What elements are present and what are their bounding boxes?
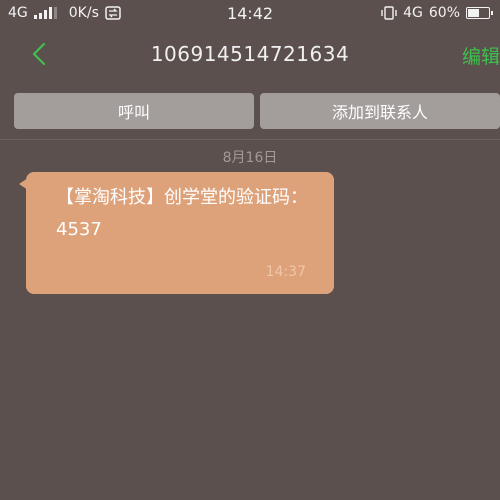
vibrate-icon bbox=[381, 6, 397, 20]
status-right: 4G 60% bbox=[381, 5, 493, 21]
title-bar: 106914514721634 编辑 bbox=[0, 28, 500, 84]
conversation-date: 8月16日 bbox=[222, 150, 278, 166]
message-timestamp: 14:37 bbox=[265, 264, 306, 280]
call-button[interactable]: 呼叫 bbox=[14, 93, 254, 129]
edit-button[interactable]: 编辑 bbox=[462, 42, 500, 69]
battery-icon bbox=[466, 7, 493, 19]
network-type-right: 4G bbox=[403, 5, 423, 21]
message-text: 【掌淘科技】创学堂的验证码：4537 bbox=[56, 187, 308, 240]
status-bar: 4G 0K/s 14:42 4G 60% bbox=[0, 0, 500, 28]
battery-percent: 60% bbox=[428, 5, 460, 21]
action-button-row: 呼叫 添加到联系人 bbox=[14, 93, 500, 131]
incoming-message-bubble[interactable]: 【掌淘科技】创学堂的验证码：4537 14:37 bbox=[26, 172, 334, 294]
sms-conversation-screen: 4G 0K/s 14:42 4G 60% 106914514721634 编辑 … bbox=[0, 0, 500, 500]
header-divider bbox=[0, 139, 500, 140]
contact-number-title: 106914514721634 bbox=[150, 42, 350, 66]
add-to-contacts-button[interactable]: 添加到联系人 bbox=[260, 93, 500, 129]
battery-fill bbox=[468, 9, 479, 17]
